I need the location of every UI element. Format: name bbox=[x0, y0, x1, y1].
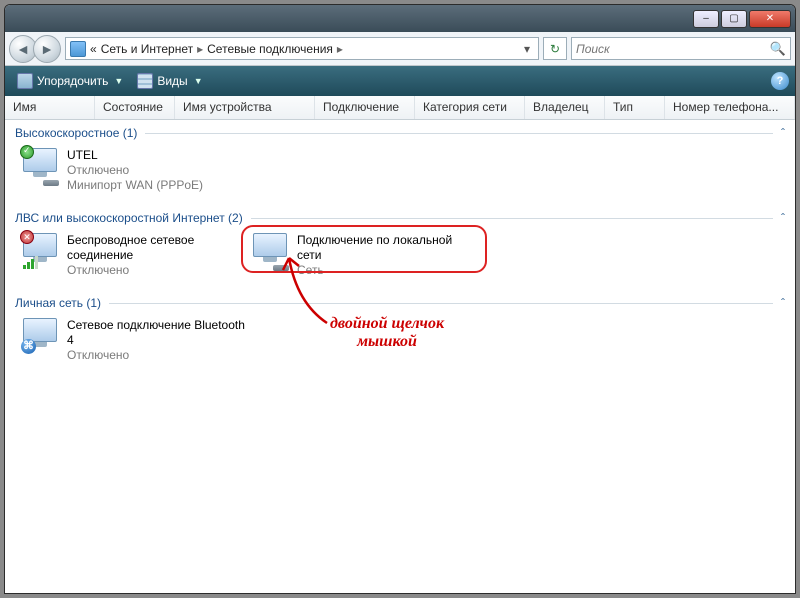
group-divider bbox=[145, 133, 773, 134]
group-header[interactable]: Личная сеть (1) ˆ bbox=[5, 290, 795, 312]
organize-label: Упорядочить bbox=[37, 74, 108, 88]
group-divider bbox=[109, 303, 773, 304]
breadcrumb-sep-icon: ▸ bbox=[197, 42, 203, 56]
breadcrumb-prefix: « bbox=[90, 42, 97, 56]
breadcrumb[interactable]: « Сеть и Интернет ▸ Сетевые подключения … bbox=[65, 37, 539, 60]
views-icon bbox=[137, 73, 153, 89]
breadcrumb-seg-1[interactable]: Сеть и Интернет bbox=[101, 42, 193, 56]
location-icon bbox=[70, 41, 86, 57]
col-device[interactable]: Имя устройства bbox=[175, 96, 315, 119]
connection-status: Отключено bbox=[67, 263, 221, 278]
organize-button[interactable]: Упорядочить ▼ bbox=[11, 70, 129, 92]
col-connection[interactable]: Подключение bbox=[315, 96, 415, 119]
search-icon[interactable]: 🔍 bbox=[770, 41, 786, 57]
col-phone[interactable]: Номер телефона... bbox=[665, 96, 795, 119]
connection-status: Отключено bbox=[67, 163, 203, 178]
connection-icon bbox=[253, 233, 291, 267]
collapse-icon[interactable]: ˆ bbox=[781, 126, 785, 140]
connection-icon: ⌘ bbox=[23, 318, 61, 352]
col-state[interactable]: Состояние bbox=[95, 96, 175, 119]
connection-icon bbox=[23, 148, 61, 182]
titlebar: – ▢ ✕ bbox=[5, 5, 795, 32]
views-button[interactable]: Виды ▼ bbox=[131, 70, 208, 92]
toolbar: Упорядочить ▼ Виды ▼ ? bbox=[5, 66, 795, 96]
explorer-window: – ▢ ✕ ◄ ► « Сеть и Интернет ▸ Сетевые по… bbox=[4, 4, 796, 594]
chevron-down-icon: ▼ bbox=[114, 76, 123, 86]
breadcrumb-seg-2[interactable]: Сетевые подключения bbox=[207, 42, 333, 56]
breadcrumb-dropdown-icon[interactable]: ▾ bbox=[520, 42, 534, 56]
connection-title: UTEL bbox=[67, 148, 203, 163]
group-title: Личная сеть (1) bbox=[15, 296, 101, 310]
signal-bars-icon bbox=[23, 256, 38, 269]
connection-desc: Минипорт WAN (PPPoE) bbox=[67, 178, 203, 193]
group-title: Высокоскоростное (1) bbox=[15, 126, 137, 140]
organize-icon bbox=[17, 73, 33, 89]
refresh-button[interactable]: ↻ bbox=[543, 37, 567, 60]
help-button[interactable]: ? bbox=[771, 72, 789, 90]
cable-icon bbox=[273, 265, 289, 271]
col-owner[interactable]: Владелец bbox=[525, 96, 605, 119]
connection-title: Беспроводное сетевое соединение bbox=[67, 233, 221, 263]
views-label: Виды bbox=[157, 74, 187, 88]
connection-item-utel[interactable]: UTEL Отключено Минипорт WAN (PPPoE) bbox=[17, 144, 257, 197]
collapse-icon[interactable]: ˆ bbox=[781, 296, 785, 310]
connection-title: Сетевое подключение Bluetooth 4 bbox=[67, 318, 251, 348]
x-icon: ✕ bbox=[20, 230, 34, 244]
column-headers: Имя Состояние Имя устройства Подключение… bbox=[5, 96, 795, 120]
connection-title: Подключение по локальной сети bbox=[297, 233, 471, 263]
group-header[interactable]: ЛВС или высокоскоростной Интернет (2) ˆ bbox=[5, 205, 795, 227]
connection-item-wireless[interactable]: ✕ Беспроводное сетевое соединение Отключ… bbox=[17, 229, 227, 282]
check-icon bbox=[20, 145, 34, 159]
connection-icon: ✕ bbox=[23, 233, 61, 267]
annotation-text: двойной щелчок мышкой bbox=[307, 315, 467, 350]
col-name[interactable]: Имя bbox=[5, 96, 95, 119]
connection-status: Отключено bbox=[67, 348, 251, 363]
group-title: ЛВС или высокоскоростной Интернет (2) bbox=[15, 211, 243, 225]
connection-item-bluetooth[interactable]: ⌘ Сетевое подключение Bluetooth 4 Отключ… bbox=[17, 314, 257, 367]
minimize-button[interactable]: – bbox=[693, 10, 719, 28]
group-header[interactable]: Высокоскоростное (1) ˆ bbox=[5, 120, 795, 142]
address-bar: ◄ ► « Сеть и Интернет ▸ Сетевые подключе… bbox=[5, 32, 795, 66]
close-button[interactable]: ✕ bbox=[749, 10, 791, 28]
content-area: Высокоскоростное (1) ˆ UTEL Отключено Ми… bbox=[5, 120, 795, 593]
col-type[interactable]: Тип bbox=[605, 96, 665, 119]
collapse-icon[interactable]: ˆ bbox=[781, 211, 785, 225]
nav-forward-button[interactable]: ► bbox=[33, 35, 61, 63]
search-input[interactable] bbox=[576, 42, 770, 56]
breadcrumb-sep-icon: ▸ bbox=[337, 42, 343, 56]
connection-item-lan[interactable]: Подключение по локальной сети Сеть bbox=[247, 229, 477, 282]
col-category[interactable]: Категория сети bbox=[415, 96, 525, 119]
chevron-down-icon: ▼ bbox=[194, 76, 203, 86]
group-divider bbox=[251, 218, 773, 219]
maximize-button[interactable]: ▢ bbox=[721, 10, 747, 28]
bluetooth-icon: ⌘ bbox=[21, 339, 36, 354]
connection-status: Сеть bbox=[297, 263, 471, 278]
search-box[interactable]: 🔍 bbox=[571, 37, 791, 60]
